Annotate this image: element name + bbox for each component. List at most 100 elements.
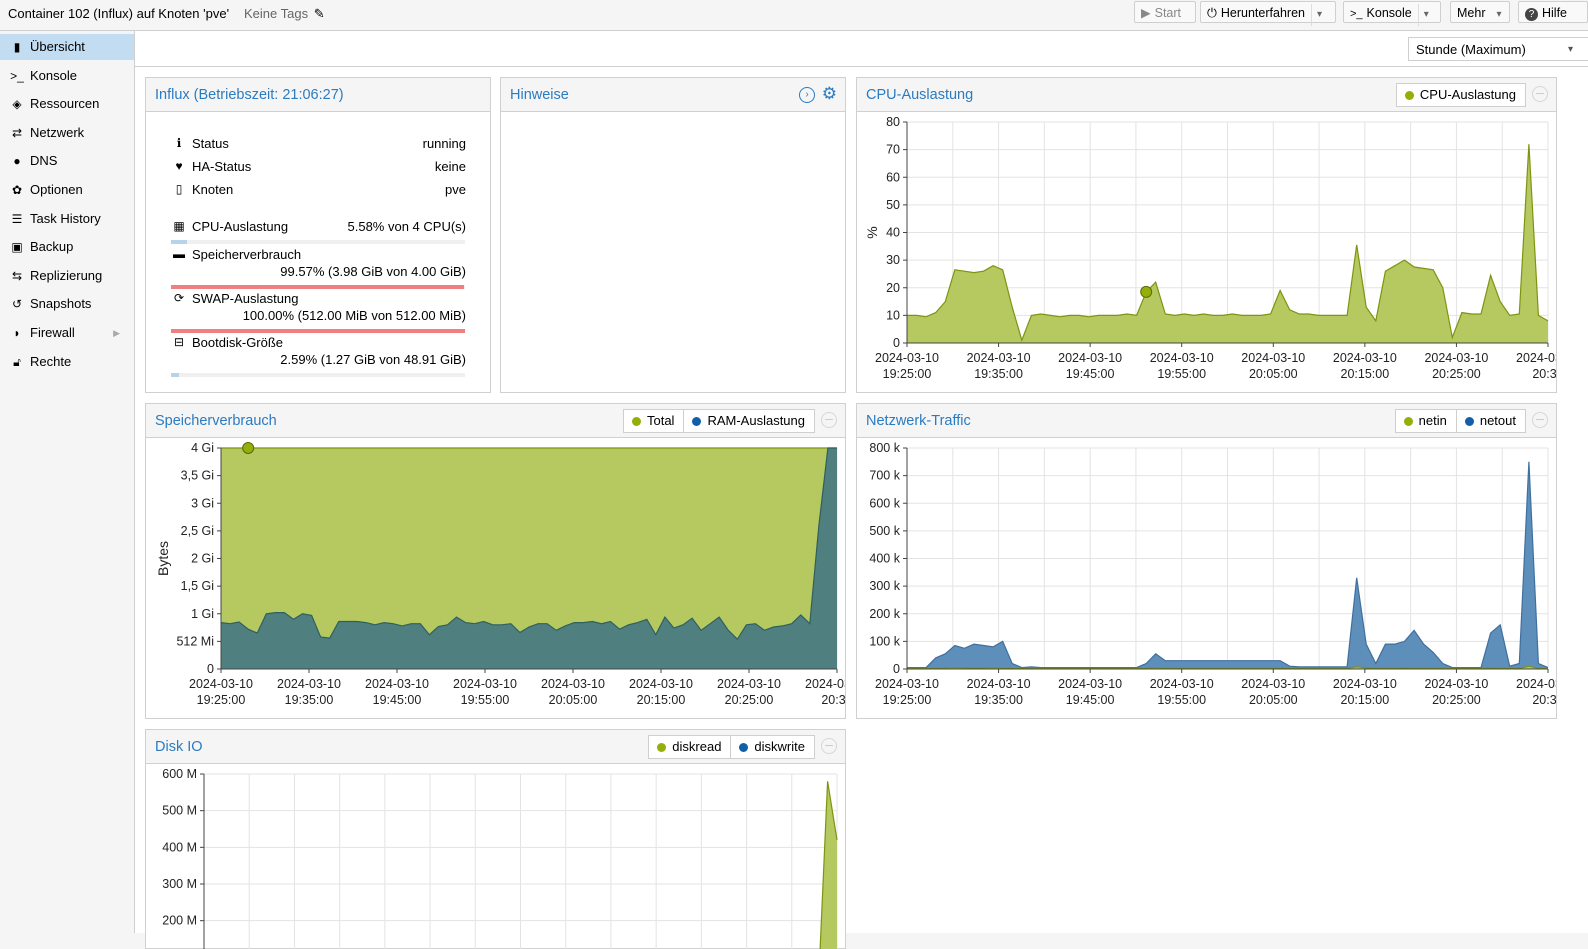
x-tick-label: 2024-03-10 [1333,351,1397,365]
cpu-chart[interactable]: 0 10 20 30 40 50 60 70 80 2024-03-10 19:25:00 2024-… [857,112,1556,393]
chevron-right-circle-icon[interactable]: › [799,87,815,103]
history-icon: ↺ [11,297,23,311]
start-button[interactable]: ▶ Start [1134,1,1196,23]
sidebar-item-overview[interactable]: ▮ Übersicht [0,34,134,60]
y-axis-label: Bytes [155,541,171,576]
y-tick-label: 3,5 Gi [181,469,214,483]
panel-header: Influx (Betriebszeit: 21:06:27) [146,78,490,112]
y-tick-label: 3 Gi [191,496,214,510]
x-tick-label: 2024-03-10 [875,677,939,691]
undo-zoom-icon[interactable] [821,412,837,428]
legend-dot [657,742,667,752]
x-tick-label: 2024-03-10 [967,351,1031,365]
y-tick-label: 4 Gi [191,441,214,455]
sidebar-item-task-history[interactable]: ☰ Task History [0,206,134,232]
x-tick-label: 2024-03-10 [189,677,253,691]
sidebar-item-console[interactable]: >_ Konsole [0,63,134,89]
chevron-down-icon[interactable]: ▾ [1417,4,1429,26]
bootdisk-bar [171,373,465,377]
chevron-down-icon[interactable]: ▾ [1568,38,1573,62]
x-tick-label: 19:25:00 [197,693,246,707]
main-content: Stunde (Maximum) ▾ Influx (Betriebszeit:… [135,31,1588,949]
diskio-chart[interactable]: 200 M 300 M 400 M 500 M 600 M [146,764,845,949]
y-tick-label: 0 [893,336,900,350]
legend-item-cpu[interactable]: CPU-Auslastung [1397,84,1525,106]
x-tick-label: 2024-03-10 [1058,351,1122,365]
legend-item-netout[interactable]: netout [1457,410,1525,432]
x-tick-label: 2024-03-10 [1241,351,1305,365]
y-tick-label: 80 [886,115,900,129]
network-chart[interactable]: 0 100 k 200 k 300 k 400 k 500 k 600 k 700 k 800 … [857,438,1556,719]
server-icon: ▯ [175,182,183,196]
legend-item-diskread[interactable]: diskread [649,736,732,758]
sidebar-item-options[interactable]: ✿ Optionen [0,177,134,203]
x-tick-label: 19:45:00 [1066,693,1115,707]
heartbeat-icon: ♥ [175,159,183,173]
x-tick-label: 20:15:00 [637,693,686,707]
legend-item-diskwrite[interactable]: diskwrite [731,736,814,758]
shutdown-button[interactable]: ⏻ Herunterfahren ▾ [1200,1,1336,26]
sidebar-item-firewall[interactable]: ◗ Firewall ▶ [0,320,134,346]
x-tick-label: 19:55:00 [1157,367,1206,381]
gear-icon[interactable]: ⚙ [822,84,837,104]
sidebar: ▮ Übersicht >_ Konsole ◈ Ressourcen ⇄ Netzwe… [0,31,135,933]
network-chart-title: Netzwerk-Traffic [866,413,971,429]
terminal-icon: >_ [10,69,24,83]
sidebar-item-replication[interactable]: ⇆ Replizierung [0,263,134,289]
undo-zoom-icon[interactable] [1532,86,1548,102]
chevron-right-icon[interactable]: ▶ [113,320,120,346]
panel-header: Netzwerk-Traffic netin netout [857,404,1556,438]
x-tick-label: 2024-03-10 [1516,677,1556,691]
floppy-icon: ▣ [11,240,23,254]
x-tick-label: 2024-03-10 [1150,677,1214,691]
sidebar-item-network[interactable]: ⇄ Netzwerk [0,120,134,146]
cpu-usage-bar-fill [171,240,188,244]
console-button[interactable]: >_ Konsole ▾ [1343,1,1441,26]
x-tick-label: 19:25:00 [883,367,932,381]
tags-editor[interactable]: Keine Tags ✎ [244,6,325,22]
memory-chart-title: Speicherverbrauch [155,413,277,429]
x-tick-label: 2024-03-10 [875,351,939,365]
cpu-usage-row: ▦ CPU-Auslastung 5.58% von 4 CPU(s) [171,219,466,237]
legend-item-total[interactable]: Total [624,410,685,432]
cpu-chart-legend: CPU-Auslastung [1395,83,1526,107]
undo-zoom-icon[interactable] [1532,412,1548,428]
pencil-icon[interactable]: ✎ [314,6,325,21]
x-tick-label: 20:25:00 [1432,693,1481,707]
diskio-chart-legend: diskread diskwrite [648,735,815,759]
sidebar-item-resources[interactable]: ◈ Ressourcen [0,91,134,117]
legend-dot [1404,90,1414,100]
memory-chart[interactable]: 0 512 Mi 1 Gi 1,5 Gi 2 Gi 2,5 Gi 3 Gi 3,5 Gi 4 G… [146,438,845,719]
x-tick-label: 19:35:00 [285,693,334,707]
sidebar-item-backup[interactable]: ▣ Backup [0,234,134,260]
sidebar-item-permissions[interactable]: 🔓︎ Rechte [0,349,134,375]
undo-zoom-icon[interactable] [821,738,837,754]
y-tick-label: 600 k [869,496,900,510]
y-tick-label: 0 [207,662,214,676]
swap-usage-value-row: 100.00% (512.00 MiB von 512.00 MiB) [242,308,466,323]
x-tick-label: 20:34 [1532,693,1556,707]
legend-item-netin[interactable]: netin [1396,410,1457,432]
top-toolbar: Container 102 (Influx) auf Knoten 'pve' … [0,0,1588,31]
y-tick-label: 1 Gi [191,607,214,621]
info-icon: ℹ [176,136,182,150]
refresh-icon: ⟳ [173,291,185,305]
x-tick-label: 20:15:00 [1341,693,1390,707]
x-tick-label: 2024-03-10 [1058,677,1122,691]
memory-chart-panel: Speicherverbrauch Total RAM-Auslastung 0… [145,403,846,719]
legend-item-ram[interactable]: RAM-Auslastung [684,410,814,432]
panel-header: CPU-Auslastung CPU-Auslastung [857,78,1556,112]
power-icon: ⏻ [1207,6,1217,20]
timeframe-select[interactable]: Stunde (Maximum) ▾ [1408,37,1588,61]
y-tick-label: 70 [886,143,900,157]
x-tick-label: 2024-03-10 [717,677,781,691]
status-body: ℹ Status running ♥ HA-Status keine ▯ Kno… [146,112,490,392]
help-button[interactable]: ? Hilfe [1518,1,1588,23]
cpu-usage-bar [171,240,465,244]
chevron-down-icon[interactable]: ▾ [1310,4,1322,26]
more-button[interactable]: Mehr ▾ [1450,1,1510,23]
y-tick-label: 512 Mi [176,634,214,648]
sidebar-item-dns[interactable]: ● DNS [0,148,134,174]
x-tick-label: 19:55:00 [461,693,510,707]
sidebar-item-snapshots[interactable]: ↺ Snapshots [0,291,134,317]
